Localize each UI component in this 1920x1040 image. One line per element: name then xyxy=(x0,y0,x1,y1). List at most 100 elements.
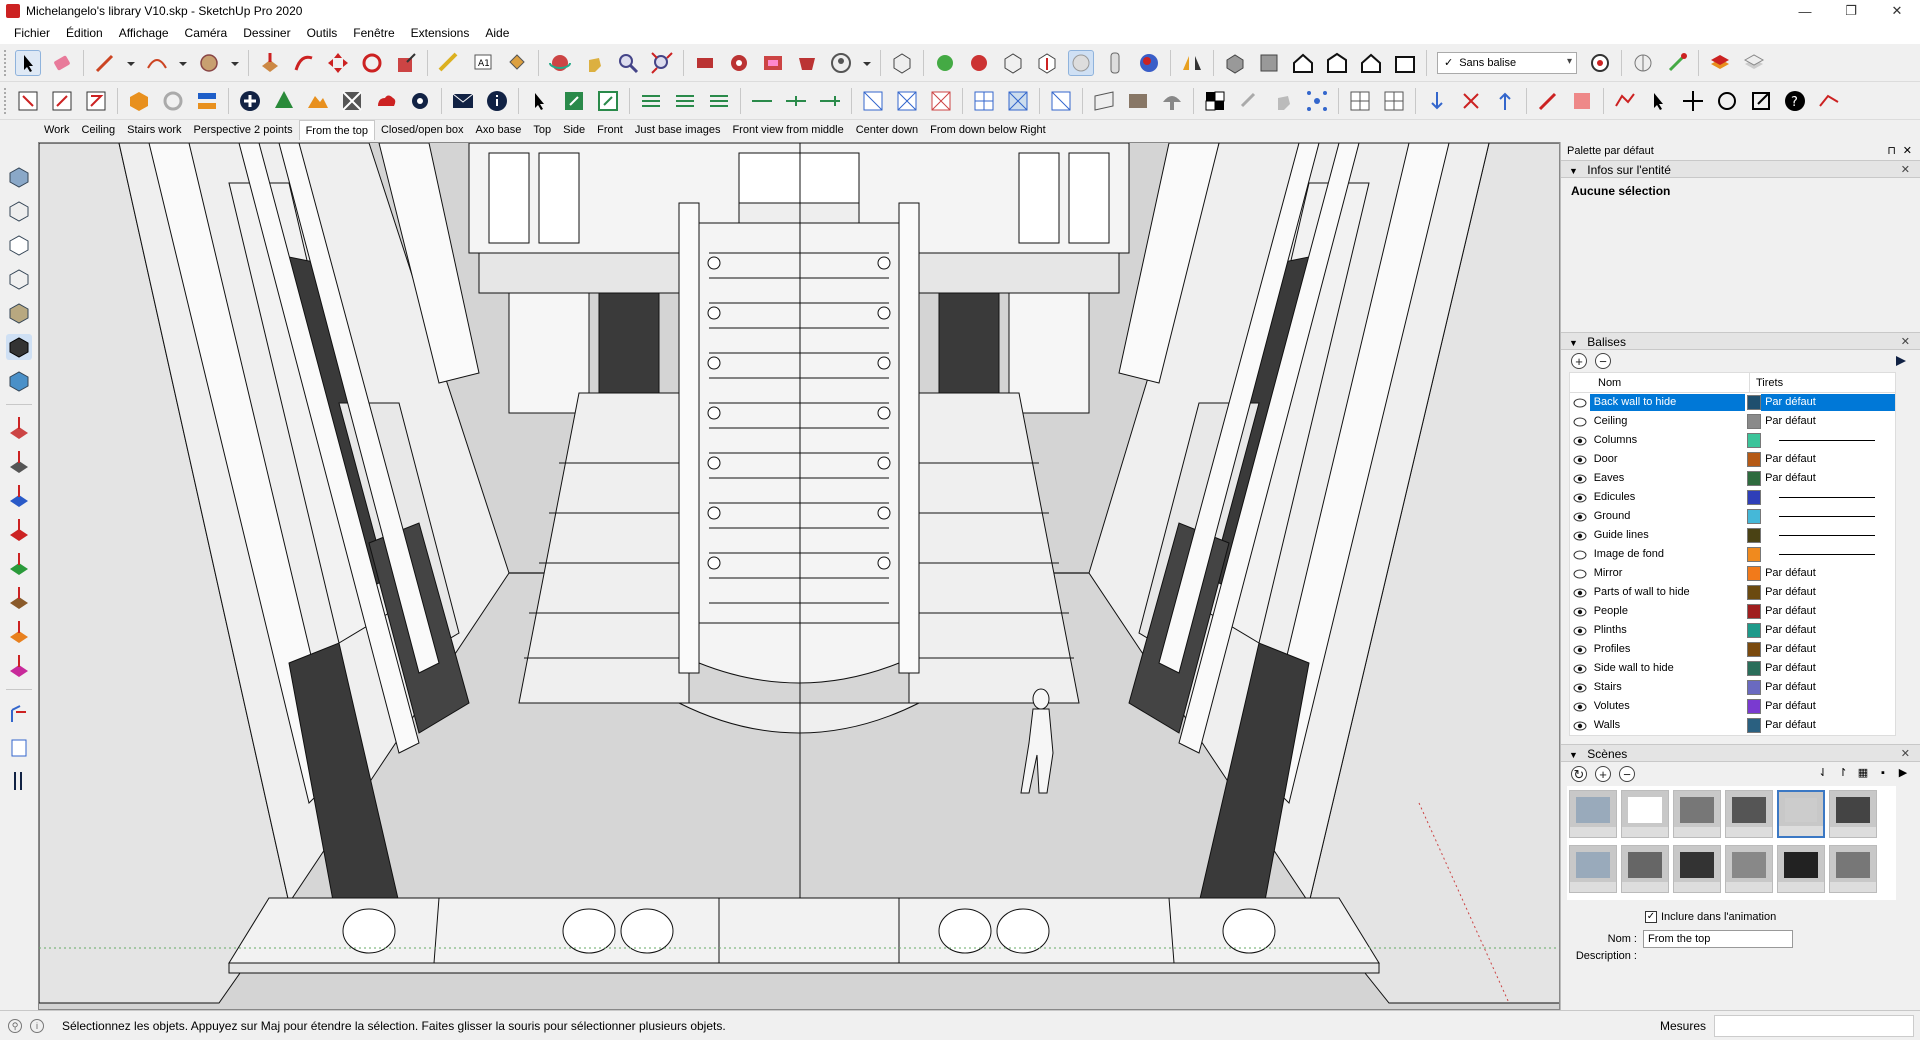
tag-row[interactable]: Parts of wall to hide Par défaut xyxy=(1570,583,1895,602)
face-style-dark-icon[interactable] xyxy=(6,334,32,360)
move-up-icon[interactable]: ↾ xyxy=(1836,766,1850,780)
tag-color-swatch[interactable] xyxy=(1747,566,1762,581)
menu-help[interactable]: Aide xyxy=(477,26,517,40)
pan-hand-icon[interactable] xyxy=(581,50,607,76)
tag-row[interactable]: Guide lines xyxy=(1570,526,1895,545)
scene-tab[interactable]: Stairs work xyxy=(121,120,187,140)
tag-row[interactable]: Plinths Par défaut xyxy=(1570,621,1895,640)
face-style-tan-icon[interactable] xyxy=(6,300,32,326)
chevron-down-icon[interactable] xyxy=(230,50,240,76)
face-style-blue-icon[interactable] xyxy=(6,368,32,394)
menu-window[interactable]: Fenêtre xyxy=(345,26,402,40)
tag-name[interactable]: Volutes xyxy=(1590,698,1746,715)
scene-tab[interactable]: Front xyxy=(591,120,629,140)
tags-scrollbar[interactable] xyxy=(1899,373,1913,737)
sort-up-icon[interactable] xyxy=(1492,88,1518,114)
tag-color-swatch[interactable] xyxy=(1747,623,1762,638)
eye-visible-icon[interactable] xyxy=(1570,436,1590,446)
pen-red-icon[interactable] xyxy=(1535,88,1561,114)
tag-dashes[interactable]: Par défaut xyxy=(1761,394,1895,411)
move-icon[interactable] xyxy=(325,50,351,76)
remove-red-icon[interactable] xyxy=(1458,88,1484,114)
close-icon[interactable]: ✕ xyxy=(1903,142,1912,160)
tag-color-swatch[interactable] xyxy=(1747,699,1762,714)
eye-visible-icon[interactable] xyxy=(1570,588,1590,598)
axis-magenta-icon[interactable] xyxy=(6,653,32,679)
tag-dashes[interactable]: Par défaut xyxy=(1761,584,1895,601)
grid-box-icon[interactable] xyxy=(971,88,997,114)
eye-visible-icon[interactable] xyxy=(1570,683,1590,693)
hand-grey-icon[interactable] xyxy=(1270,88,1296,114)
tag-row[interactable]: Columns xyxy=(1570,431,1895,450)
tag-color-swatch[interactable] xyxy=(1747,414,1762,429)
axis-blue-icon[interactable] xyxy=(6,483,32,509)
scene-tab[interactable]: Center down xyxy=(850,120,924,140)
info-status-icon[interactable]: i xyxy=(30,1018,44,1033)
add-tag-button[interactable]: + xyxy=(1571,353,1587,369)
tag-row[interactable]: Back wall to hide Par défaut xyxy=(1570,393,1895,412)
mushroom-icon[interactable] xyxy=(1159,88,1185,114)
arrow-select-icon[interactable] xyxy=(1646,88,1672,114)
scale-black-icon[interactable] xyxy=(1748,88,1774,114)
scene-tab[interactable]: Front view from middle xyxy=(726,120,849,140)
update-scene-icon[interactable]: ↻ xyxy=(1571,766,1587,782)
tag-color-swatch[interactable] xyxy=(1747,509,1762,524)
rotate-black-icon[interactable] xyxy=(1714,88,1740,114)
top-view-icon[interactable] xyxy=(1256,50,1282,76)
layers-icon[interactable] xyxy=(1707,50,1733,76)
cloud-upload-icon[interactable] xyxy=(373,88,399,114)
tag-color-swatch[interactable] xyxy=(1747,680,1762,695)
orbit-icon[interactable] xyxy=(547,50,573,76)
pattern-icon[interactable] xyxy=(339,88,365,114)
tag-color-swatch[interactable] xyxy=(1747,471,1762,486)
stack-list-icon[interactable] xyxy=(6,734,32,760)
tag-dashes[interactable]: Par défaut xyxy=(1761,660,1895,677)
tag-name[interactable]: Parts of wall to hide xyxy=(1590,584,1746,601)
entity-info-header[interactable]: ▼ Infos sur l'entité ✕ xyxy=(1561,160,1920,178)
tree-icon[interactable] xyxy=(271,88,297,114)
eye-visible-icon[interactable] xyxy=(1570,455,1590,465)
refresh-icon[interactable] xyxy=(160,88,186,114)
tag-name[interactable]: Guide lines xyxy=(1590,527,1746,544)
subtract-icon[interactable] xyxy=(966,50,992,76)
tag-name[interactable]: Ground xyxy=(1590,508,1746,525)
zoom-icon[interactable] xyxy=(615,50,641,76)
scene-thumbnail[interactable] xyxy=(1777,790,1825,838)
tag-color-swatch[interactable] xyxy=(1747,547,1762,562)
tag-name[interactable]: Profiles xyxy=(1590,641,1746,658)
column-header-dashes[interactable]: Tirets xyxy=(1750,373,1783,393)
section-fill-icon[interactable] xyxy=(15,88,41,114)
show-details-icon[interactable]: ▪ xyxy=(1876,766,1890,780)
tag-name[interactable]: Columns xyxy=(1590,432,1746,449)
tag-row[interactable]: Walls Par défaut xyxy=(1570,716,1895,735)
tag-color-swatch[interactable] xyxy=(1747,433,1762,448)
scenes-header[interactable]: ▼ Scènes ✕ xyxy=(1561,744,1920,762)
tag-dashes[interactable]: Par défaut xyxy=(1761,603,1895,620)
scene-tab[interactable]: Closed/open box xyxy=(375,120,470,140)
tag-dashes[interactable] xyxy=(1761,508,1895,525)
pointer-icon[interactable] xyxy=(527,88,553,114)
section-cut-icon[interactable] xyxy=(49,88,75,114)
tag-name[interactable]: Door xyxy=(1590,451,1746,468)
scene-thumbnail[interactable] xyxy=(1673,790,1721,838)
bars-icon[interactable] xyxy=(6,768,32,794)
menu-extensions[interactable]: Extensions xyxy=(403,26,478,40)
eye-hidden-icon[interactable] xyxy=(1570,398,1590,408)
scene-tab-active[interactable]: From the top xyxy=(298,120,375,140)
measurements-input[interactable] xyxy=(1714,1015,1914,1037)
tag-row[interactable]: Eaves Par défaut xyxy=(1570,469,1895,488)
menu-tools[interactable]: Outils xyxy=(299,26,346,40)
tag-select[interactable]: ✓ Sans balise ▾ xyxy=(1437,51,1577,74)
hidden-line-icon[interactable] xyxy=(1034,50,1060,76)
eye-visible-icon[interactable] xyxy=(1570,702,1590,712)
wireframe-icon[interactable] xyxy=(1000,50,1026,76)
materials-icon[interactable] xyxy=(760,50,786,76)
polyline-icon[interactable] xyxy=(1612,88,1638,114)
scene-thumbnail[interactable] xyxy=(1725,845,1773,893)
align-right-icon[interactable] xyxy=(706,88,732,114)
menu-draw[interactable]: Dessiner xyxy=(235,26,298,40)
tag-dashes[interactable] xyxy=(1761,527,1895,544)
window-grid2-icon[interactable] xyxy=(1381,88,1407,114)
axis-brown-icon[interactable] xyxy=(6,585,32,611)
tag-name[interactable]: Walls xyxy=(1590,717,1746,734)
